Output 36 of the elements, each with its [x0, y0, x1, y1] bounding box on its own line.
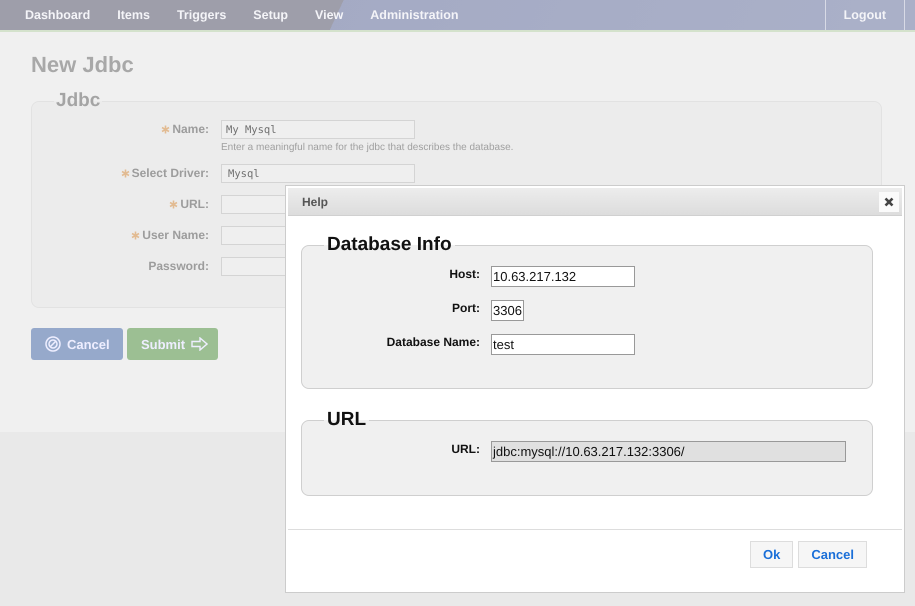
close-icon: [884, 196, 894, 206]
submit-button[interactable]: Submit: [127, 328, 218, 360]
nav-link[interactable]: Setup: [242, 8, 300, 22]
cancel-button[interactable]: Cancel: [31, 328, 123, 360]
cancel-button[interactable]: Cancel: [798, 541, 867, 568]
logout-link[interactable]: Logout: [824, 0, 905, 30]
field-label: Password:: [148, 259, 209, 273]
arrow-icon: [191, 337, 208, 351]
field-label: Select Driver:: [132, 166, 209, 180]
panel-legend: Jdbc: [54, 90, 102, 112]
text-field[interactable]: test: [491, 334, 635, 355]
section-legend: Database Info: [324, 234, 455, 256]
readonly-field[interactable]: jdbc:mysql://10.63.217.132:3306/: [491, 441, 846, 462]
close-button[interactable]: [879, 192, 899, 212]
field-label: URL:: [180, 197, 209, 211]
field-label: Database Name:: [386, 334, 480, 349]
nav-link[interactable]: Administration: [359, 8, 470, 22]
driver-select[interactable]: Mysql: [221, 164, 415, 183]
dialog-title: Help: [302, 194, 328, 208]
nav-link[interactable]: Dashboard: [14, 8, 102, 22]
nav-link[interactable]: View: [304, 8, 354, 22]
text-field[interactable]: 3306: [491, 300, 524, 321]
text-field[interactable]: 10.63.217.132: [491, 266, 635, 287]
nav-link[interactable]: Triggers: [166, 8, 238, 22]
text-field[interactable]: My Mysql: [221, 120, 415, 139]
page-title: New Jdbc: [31, 52, 135, 78]
cancel-icon: [45, 336, 61, 352]
field-label: URL:: [451, 441, 480, 456]
field-label: User Name:: [142, 228, 209, 242]
field-label: Host:: [449, 266, 480, 281]
field-label: Port:: [452, 300, 480, 315]
field-label: Name:: [172, 122, 209, 136]
field-hint: Enter a meaningful name for the jdbc that describes the database.: [221, 142, 514, 154]
section-legend: URL: [324, 409, 370, 431]
ok-button[interactable]: Ok: [750, 541, 794, 568]
nav-link[interactable]: Items: [106, 8, 161, 22]
